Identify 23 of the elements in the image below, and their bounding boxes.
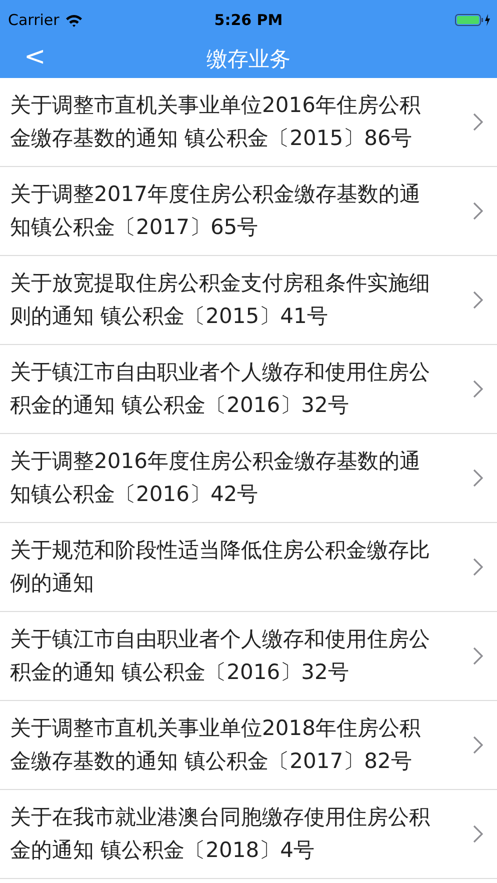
wifi-icon bbox=[65, 14, 84, 26]
battery-icon bbox=[455, 13, 491, 27]
page-title: 缴存业务 bbox=[206, 46, 290, 72]
list-item[interactable]: 关于规范和阶段性适当降低住房公积金缴存比例的通知 bbox=[0, 523, 497, 612]
list-item[interactable]: 关于调整2017年度住房公积金缴存基数的通知镇公积金〔2017〕65号 bbox=[0, 167, 497, 256]
chevron-icon bbox=[473, 647, 483, 665]
chevron-icon bbox=[473, 380, 483, 398]
chevron-icon bbox=[473, 202, 483, 220]
list-item[interactable]: 关于调整市直机关事业单位2016年住房公积金缴存基数的通知 镇公积金〔2015〕86号 bbox=[0, 78, 497, 167]
chevron-icon bbox=[473, 825, 483, 843]
list-item[interactable]: 关于放宽提取住房公积金支付房租条件实施细则的通知 镇公积金〔2015〕41号 bbox=[0, 256, 497, 345]
clock-time: 5:26 PM bbox=[214, 11, 283, 29]
chevron-icon bbox=[473, 558, 483, 576]
list-item[interactable]: 关于调整市直机关事业单位2018年住房公积金缴存基数的通知 镇公积金〔2017〕82号 bbox=[0, 701, 497, 790]
chevron-icon bbox=[473, 291, 483, 309]
list-item[interactable]: 关于调整2016年度住房公积金缴存基数的通知镇公积金〔2016〕42号 bbox=[0, 434, 497, 523]
list-item[interactable]: 关于镇江市自由职业者个人缴存和使用住房公积金的通知 镇公积金〔2016〕32号 bbox=[0, 345, 497, 434]
chevron-icon bbox=[473, 113, 483, 131]
chevron-icon bbox=[473, 736, 483, 754]
list-item[interactable]: 关于镇江市自由职业者个人缴存和使用住房公积金的通知 镇公积金〔2016〕32号 bbox=[0, 612, 497, 701]
list-item[interactable]: 关于在我市就业港澳台同胞缴存使用住房公积金的通知 镇公积金〔2018〕4号 bbox=[0, 790, 497, 879]
carrier-label: Carrier bbox=[8, 11, 60, 29]
chevron-icon bbox=[473, 469, 483, 487]
